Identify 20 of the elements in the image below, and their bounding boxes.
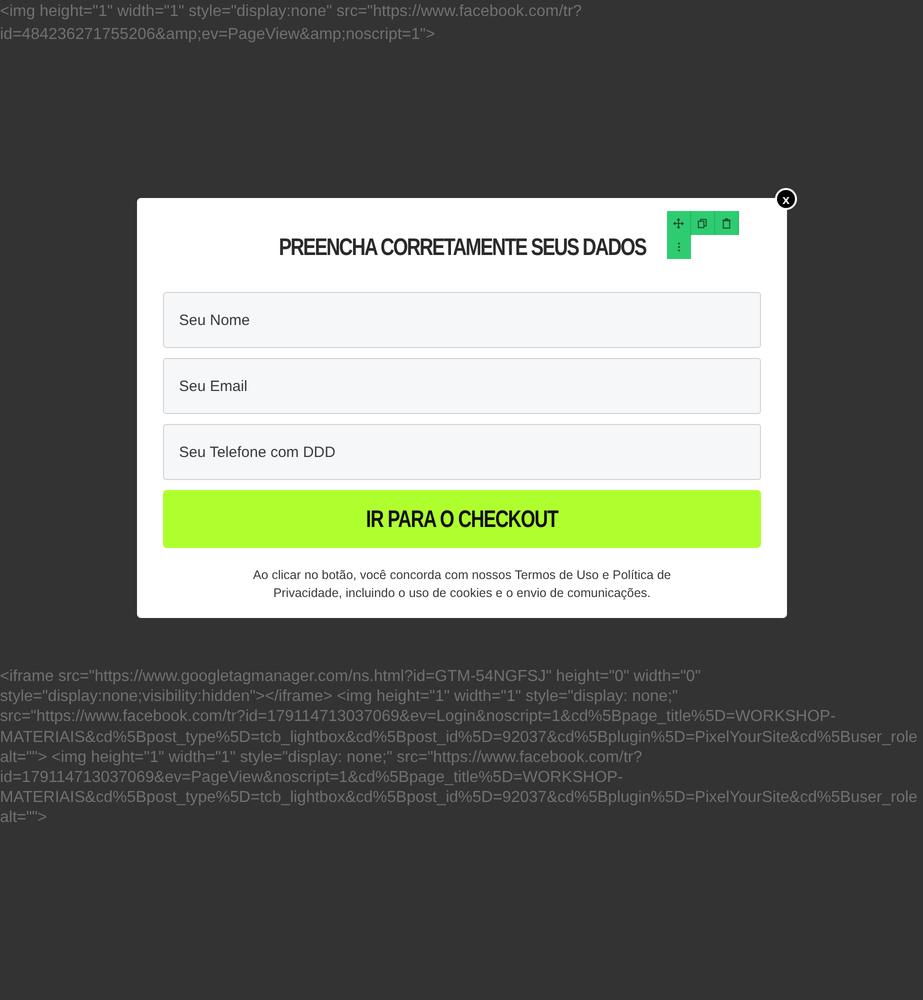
move-icon[interactable]	[667, 211, 691, 235]
input-field[interactable]: Seu Nome	[163, 292, 761, 348]
copy-icon[interactable]	[691, 211, 715, 235]
code-text: <img height="1" width="1" style="display:none" src="https://www.facebook.com/tr?	[0, 2, 582, 22]
code-text: style="display:none;visibility:hidden"></iframe> <img height="1" width="1" style="display: none;"	[0, 687, 678, 708]
code-text: alt="">	[0, 808, 47, 828]
disclaimer-text: Ao clicar no botão, você concorda com nossos Termos de Uso e Política de Privacidade, incluindo o uso de cookies e o envio de comunicações.	[252, 567, 672, 602]
close-button[interactable]: x	[775, 188, 797, 210]
code-text: MATERIAIS&cd%5Bpost_type%5D=tcb_lightbox&cd%5Bpost_id%5D=92037&cd%5Bplugin%5D=PixelYourSite&cd%5Buser_role	[0, 788, 918, 808]
code-text: src="https://www.facebook.com/tr?id=179114713037069&ev=Login&noscript=1&cd%5Bpage_title%5D=WORKSHOP-	[0, 707, 836, 728]
input-field[interactable]: Seu Telefone com DDD	[163, 424, 761, 480]
delete-icon[interactable]	[715, 211, 739, 235]
code-text: alt=""> <img height="1" width="1" style="display: none;" src="https://www.facebook.com/tr?	[0, 748, 642, 768]
code-text: id=179114713037069&ev=PageView&noscript=1&cd%5Bpage_title%5D=WORKSHOP-	[0, 768, 623, 788]
code-text: <iframe src="https://www.googletagmanager.com/ns.html?id=GTM-54NGFSJ" height="0" width="0"	[0, 667, 701, 687]
input-field[interactable]: Seu Email	[163, 358, 761, 414]
code-text: id=484236271755206&amp;ev=PageView&amp;noscript=1">	[0, 25, 436, 45]
code-text: MATERIAIS&cd%5Bpost_type%5D=tcb_lightbox&cd%5Bpost_id%5D=92037&cd%5Bplugin%5D=PixelYourSite&cd%5Buser_role	[0, 728, 918, 748]
modal-title: PREENCHA CORRETAMENTE SEUS DADOS	[278, 233, 646, 263]
checkout-button[interactable]: IR PARA O CHECKOUT	[163, 490, 761, 548]
